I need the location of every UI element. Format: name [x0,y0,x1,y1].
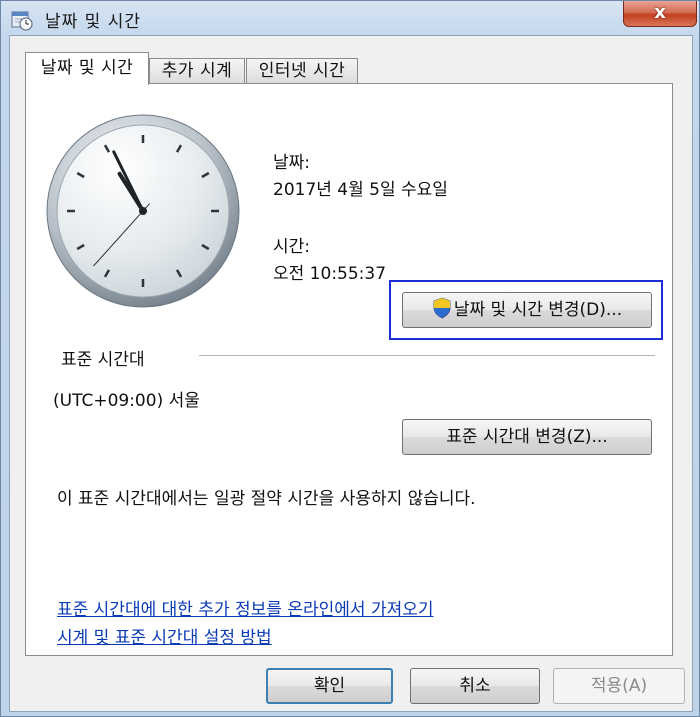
calendar-clock-icon [11,11,33,31]
date-value: 2017년 4월 5일 수요일 [273,180,448,200]
tab-internet-time[interactable]: 인터넷 시간 [246,58,358,84]
change-timezone-button[interactable]: 표준 시간대 변경(Z)... [402,419,652,455]
close-icon: x [654,2,666,23]
tab-additional-clocks[interactable]: 추가 시계 [149,58,245,84]
date-time-dialog: 날짜 및 시간 x 날짜 및 시간 추가 시계 인터넷 시간 날짜: 2017년… [0,0,700,717]
title-bar[interactable]: 날짜 및 시간 x [1,1,700,39]
settings-howto-link[interactable]: 시계 및 표준 시간대 설정 방법 [57,623,272,648]
timezone-value: (UTC+09:00) 서울 [53,391,200,411]
timezone-section-label: 표준 시간대 [61,350,145,370]
dst-note: 이 표준 시간대에서는 일광 절약 시간을 사용하지 않습니다. [57,489,476,509]
close-button[interactable]: x [623,1,697,27]
cancel-button[interactable]: 취소 [410,668,540,704]
timezone-divider [199,355,655,356]
tab-date-time[interactable]: 날짜 및 시간 [25,52,149,85]
change-date-time-button[interactable]: 날짜 및 시간 변경(D)... [402,292,652,328]
clock-center [139,207,147,215]
ok-button[interactable]: 확인 [266,668,393,704]
window-title: 날짜 및 시간 [45,12,142,32]
apply-button[interactable]: 적용(A) [553,668,685,704]
uac-shield-icon [433,297,451,319]
change-date-time-label: 날짜 및 시간 변경(D)... [453,300,623,320]
date-label: 날짜: [273,153,311,173]
analog-clock [46,114,240,308]
time-value: 오전 10:55:37 [273,264,387,284]
timezone-info-link[interactable]: 표준 시간대에 대한 추가 정보를 온라인에서 가져오기 [57,595,434,620]
time-label: 시간: [273,237,311,257]
